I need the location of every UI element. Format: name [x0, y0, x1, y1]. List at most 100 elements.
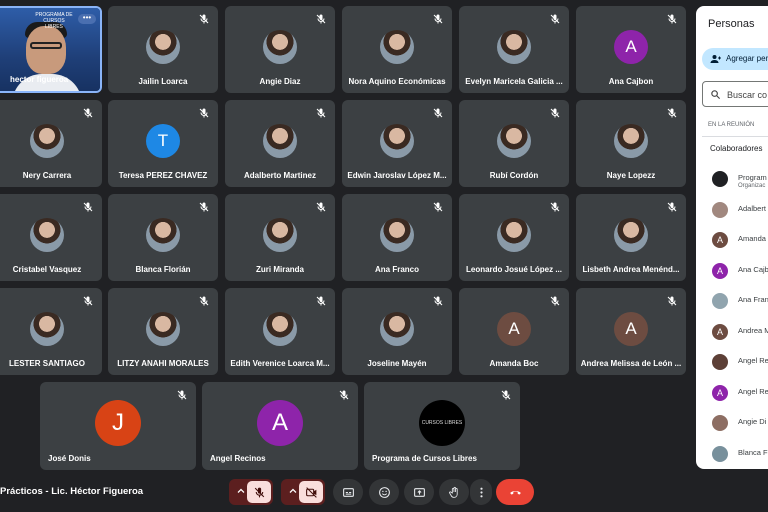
avatar: A [712, 232, 728, 248]
avatar: A [257, 400, 303, 446]
people-list-item[interactable]: Angel Re [696, 347, 768, 378]
participant-tile[interactable]: A Angel Recinos [202, 382, 358, 470]
collaborators-section[interactable]: Colaboradores [702, 136, 768, 160]
mic-off-icon [550, 202, 560, 212]
search-placeholder: Buscar co [727, 90, 768, 100]
avatar-photo [30, 217, 64, 252]
person-name: Amanda [738, 234, 766, 243]
participant-tile[interactable]: Zuri Miranda [225, 194, 335, 281]
people-list-item[interactable]: Blanca F [696, 439, 768, 470]
people-search-input[interactable]: Buscar co [702, 81, 768, 107]
leave-call-button[interactable] [496, 479, 534, 505]
camera-toggle-button[interactable] [299, 481, 323, 503]
participant-tile[interactable]: A Andrea Melissa de León ... [576, 288, 686, 375]
more-options-button[interactable] [470, 479, 492, 505]
avatar-photo [263, 29, 297, 64]
participant-tile[interactable]: Lisbeth Andrea Menénd... [576, 194, 686, 281]
participant-tile[interactable]: Joseline Mayén [342, 288, 452, 375]
people-list-item[interactable]: A Ana Cajb [696, 256, 768, 287]
people-list-item[interactable]: Adalbert [696, 195, 768, 226]
mic-off-icon [199, 202, 209, 212]
participant-name: Cristabel Vasquez [12, 265, 82, 274]
participant-name: Andrea Melissa de León ... [580, 359, 682, 368]
participant-tile[interactable]: Rubí Cordón [459, 100, 569, 187]
participant-tile[interactable]: A Ana Cajbon [576, 6, 686, 93]
participant-tile[interactable]: J José Donis [40, 382, 196, 470]
participant-tile[interactable]: Adalberto Martinez [225, 100, 335, 187]
person-name: Ana Fran [738, 295, 768, 304]
hang-up-icon [509, 490, 521, 495]
people-list-item[interactable]: Ana Fran [696, 286, 768, 317]
participant-name: Adalberto Martinez [243, 171, 316, 180]
mic-off-icon [316, 202, 326, 212]
mic-off-icon [339, 390, 349, 400]
camera-control-group [281, 479, 325, 505]
participant-tile[interactable]: Jailin Loarca [108, 6, 218, 93]
participant-tile[interactable]: Evelyn Maricela Galicia ... [459, 6, 569, 93]
people-list: Program Organizac Adalbert A Amanda A Ana Cajb… [696, 164, 768, 469]
participant-tile[interactable]: Blanca Florián [108, 194, 218, 281]
avatar: A [614, 29, 648, 64]
mic-off-icon [199, 108, 209, 118]
participant-tile[interactable]: Leonardo Josué López ... [459, 194, 569, 281]
mic-toggle-button[interactable] [247, 481, 271, 503]
person-role: Organizac [738, 183, 766, 189]
participant-name: Evelyn Maricela Galicia ... [465, 77, 563, 86]
person-name: Program [738, 173, 767, 182]
avatar: J [95, 400, 141, 446]
mic-off-icon [83, 296, 93, 306]
chevron-up-icon[interactable] [287, 485, 299, 497]
participant-tile[interactable]: CURSOS LIBRES Programa de Cursos Libres [364, 382, 520, 470]
participant-tile[interactable]: A Amanda Boc [459, 288, 569, 375]
avatar: T [146, 123, 180, 158]
participant-tile[interactable]: T Teresa PEREZ CHAVEZ [108, 100, 218, 187]
reactions-button[interactable] [369, 479, 399, 505]
participant-name: Nora Aquino Económicas [348, 77, 446, 86]
people-list-item[interactable]: Program Organizac [696, 164, 768, 195]
avatar: A [712, 323, 728, 340]
tile-options-button[interactable]: ••• [78, 14, 96, 24]
mic-off-icon [433, 202, 443, 212]
captions-icon [342, 487, 354, 497]
avatar-photo [30, 123, 64, 158]
participant-tile[interactable]: LITZY ANAHI MORALES [108, 288, 218, 375]
participant-tile[interactable]: Angie Diaz [225, 6, 335, 93]
camera-off-icon [305, 486, 317, 498]
avatar-photo [146, 217, 180, 252]
avatar-photo [380, 217, 414, 252]
add-people-button[interactable]: Agregar per [702, 48, 768, 70]
mic-off-icon [177, 390, 187, 400]
avatar: A [712, 262, 728, 279]
participant-tile[interactable]: Nora Aquino Económicas [342, 6, 452, 93]
add-people-label: Agregar per [726, 54, 768, 63]
participant-name: Teresa PEREZ CHAVEZ [118, 171, 208, 180]
avatar-photo [380, 311, 414, 346]
participant-tile[interactable]: Nery Carrera [0, 100, 102, 187]
avatar-photo [146, 29, 180, 64]
people-list-item[interactable]: A Angel Re [696, 378, 768, 409]
participant-tile[interactable]: Cristabel Vasquez [0, 194, 102, 281]
avatar: A [614, 311, 648, 346]
avatar [712, 354, 728, 370]
captions-button[interactable] [333, 479, 363, 505]
people-list-item[interactable]: Angie Di [696, 408, 768, 439]
participant-name: Amanda Boc [489, 359, 539, 368]
more-vert-icon [479, 487, 483, 497]
participant-tile[interactable]: Naye Lopezz [576, 100, 686, 187]
participant-name: Naye Lopezz [606, 171, 656, 180]
meeting-title: Prácticos - Lic. Héctor Figueroa [0, 486, 144, 497]
participant-tile[interactable]: LESTER SANTIAGO [0, 288, 102, 375]
mic-off-icon [501, 390, 511, 400]
present-screen-button[interactable] [404, 479, 434, 505]
people-list-item[interactable]: A Andrea M [696, 317, 768, 348]
people-panel: Personas Agregar per Buscar co EN LA REU… [696, 6, 768, 469]
participant-name: Leonardo Josué López ... [465, 265, 562, 274]
participant-tile[interactable]: Edwin Jaroslav López M... [342, 100, 452, 187]
raise-hand-button[interactable] [439, 479, 469, 505]
participant-name: Edwin Jaroslav López M... [347, 171, 447, 180]
chevron-up-icon[interactable] [235, 485, 247, 497]
participant-tile[interactable]: Ana Franco [342, 194, 452, 281]
participant-tile[interactable]: Edith Verenice Loarca M... [225, 288, 335, 375]
participant-tile-self[interactable]: PROGRAMA DE CURSOS LIBRES ••• hector figue… [0, 6, 102, 93]
people-list-item[interactable]: A Amanda [696, 225, 768, 256]
